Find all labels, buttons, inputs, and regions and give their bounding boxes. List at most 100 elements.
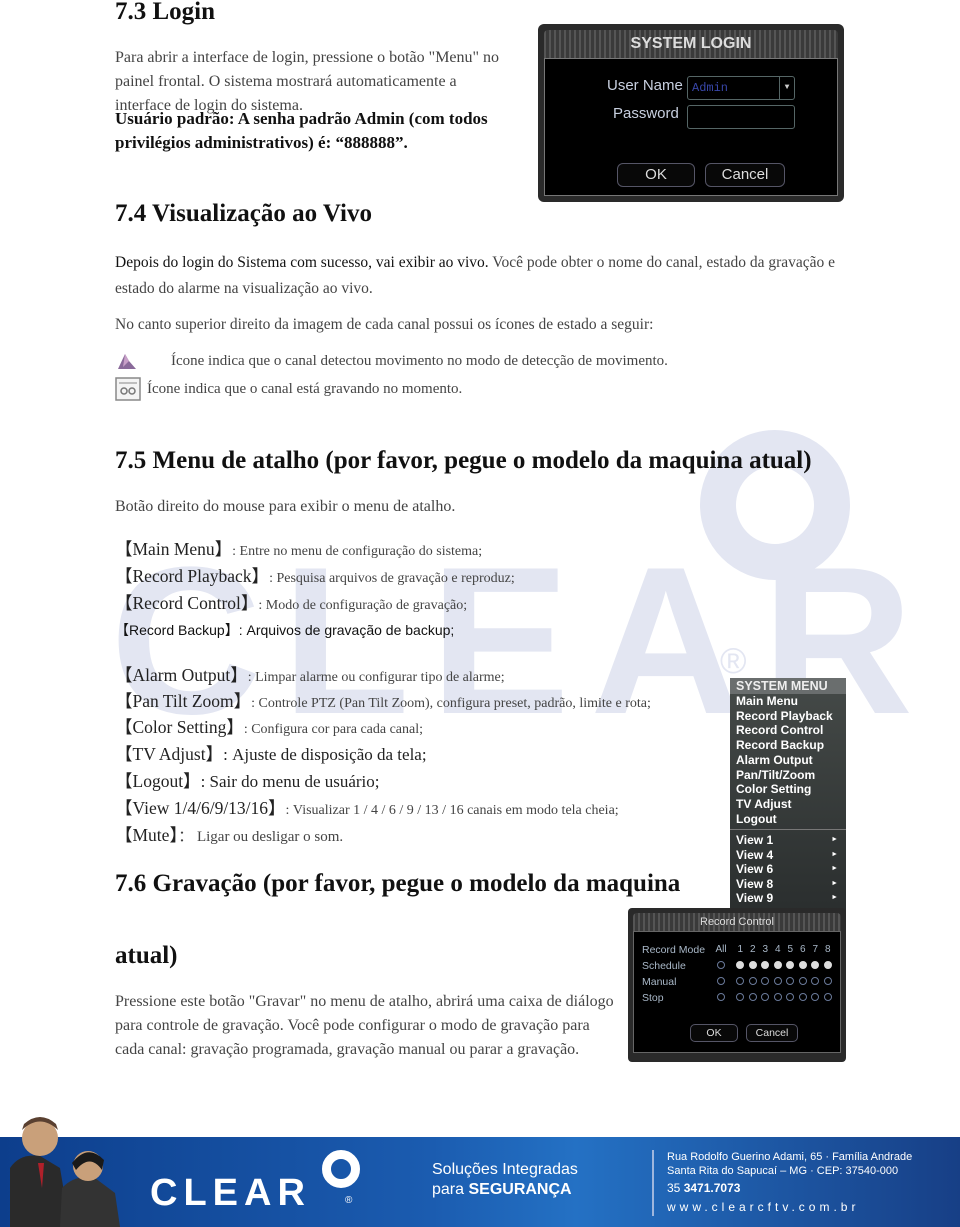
record-channel-radio[interactable]	[786, 977, 794, 985]
list-item: 【View 1/4/6/9/13/16】: Visualizar 1 / 4 /…	[115, 798, 619, 818]
record-channel-radio[interactable]	[823, 993, 832, 1001]
record-channel-radio[interactable]	[748, 961, 757, 969]
system-menu-item[interactable]: TV Adjust	[730, 797, 846, 812]
live-view-paragraph: Depois do login do Sistema com sucesso, …	[115, 250, 855, 302]
live-view-lead: Depois do login do Sistema com sucesso, …	[115, 254, 489, 271]
system-menu-view-item[interactable]: View 8 ►	[730, 877, 846, 892]
login-ok-button[interactable]: OK	[617, 163, 695, 187]
system-menu-item[interactable]: Color Setting	[730, 782, 846, 797]
username-select[interactable]: Admin ▼	[687, 76, 795, 100]
shortcut-menu-list: 【Main Menu】: Entre no menu de configuraç…	[115, 537, 715, 850]
recording-icon	[115, 377, 141, 401]
section-7-6-title-cont: atual)	[115, 942, 178, 969]
record-channel-radio[interactable]	[786, 961, 794, 969]
system-login-dialog: SYSTEM LOGIN User Name Admin ▼ Password …	[538, 24, 844, 202]
chevron-down-icon[interactable]: ▼	[779, 77, 794, 99]
system-menu-view-item[interactable]: View 9 ►	[730, 891, 846, 906]
username-label: User Name	[607, 77, 683, 94]
password-label: Password	[613, 105, 679, 122]
business-people-illustration-icon	[10, 1117, 120, 1227]
system-menu-item[interactable]: Record Playback	[730, 709, 846, 724]
system-menu-view-item[interactable]: View 6 ►	[730, 862, 846, 877]
list-item: 【Alarm Output】: Limpar alarme ou configu…	[115, 665, 505, 685]
record-channel-radio[interactable]	[798, 961, 807, 969]
channel-number: 5	[787, 944, 794, 955]
schedule-label: Schedule	[642, 960, 686, 972]
login-cancel-button[interactable]: Cancel	[705, 163, 785, 187]
list-item: 【Record Playback】: Pesquisa arquivos de …	[115, 566, 515, 586]
record-channel-radio[interactable]	[773, 961, 782, 969]
system-menu-item[interactable]: Logout	[730, 812, 846, 827]
recording-icon-text: Ícone indica que o canal está gravando n…	[147, 380, 463, 397]
manual-label: Manual	[642, 976, 677, 988]
footer-slogan: Soluções Integradas para SEGURANÇA	[432, 1161, 578, 1198]
channel-number: 2	[749, 944, 756, 955]
footer-divider	[652, 1150, 654, 1216]
system-menu-title: SYSTEM MENU	[730, 678, 846, 694]
system-menu-view-item[interactable]: View 4 ►	[730, 848, 846, 863]
record-all-radio[interactable]	[717, 977, 725, 985]
system-menu-item[interactable]: Record Control	[730, 723, 846, 738]
record-channel-radio[interactable]	[786, 993, 794, 1001]
record-channel-radio[interactable]	[798, 993, 807, 1001]
channel-number: 1	[737, 944, 744, 955]
record-control-dialog: Record Control Record Mode All 12345678 …	[628, 908, 846, 1062]
record-channel-radio[interactable]	[748, 977, 757, 985]
record-channel-radio[interactable]	[798, 977, 807, 985]
channel-number: 3	[762, 944, 769, 955]
record-cancel-button[interactable]: Cancel	[746, 1024, 798, 1042]
system-menu-view-item[interactable]: View 1 ►	[730, 833, 846, 848]
record-all-radio[interactable]	[717, 993, 725, 1001]
menu-divider	[730, 829, 846, 831]
chevron-right-icon: ►	[831, 879, 838, 887]
record-channel-radio[interactable]	[773, 977, 782, 985]
record-channel-radio[interactable]	[736, 961, 744, 969]
section-7-6-title: 7.6 Gravação (por favor, pegue o modelo …	[115, 870, 681, 897]
record-channel-radio[interactable]	[761, 993, 769, 1001]
record-channel-radio[interactable]	[773, 993, 782, 1001]
record-channel-radio[interactable]	[811, 961, 819, 969]
list-item: 【Main Menu】: Entre no menu de configuraç…	[115, 539, 483, 559]
stop-label: Stop	[642, 992, 664, 1004]
system-menu-item[interactable]: Record Backup	[730, 738, 846, 753]
footer-website[interactable]: www.clearcftv.com.br	[667, 1200, 859, 1214]
system-menu-item[interactable]: Pan/Tilt/Zoom	[730, 768, 846, 783]
footer-registered: ®	[345, 1195, 353, 1206]
system-menu: SYSTEM MENU Main Menu Record Playback Re…	[730, 678, 846, 914]
record-channel-radio[interactable]	[736, 993, 744, 1001]
watermark-registered: ®	[720, 640, 747, 681]
list-item: 【TV Adjust】: Ajuste de disposição da tel…	[115, 744, 427, 764]
record-control-title: Record Control	[633, 913, 841, 931]
record-channel-radio[interactable]	[823, 977, 832, 985]
record-ok-button[interactable]: OK	[690, 1024, 738, 1042]
chevron-right-icon: ►	[831, 894, 838, 902]
record-channel-radio[interactable]	[811, 993, 819, 1001]
channel-number: 7	[812, 944, 819, 955]
footer-phone: 35 3471.7073	[667, 1181, 741, 1195]
list-item: 【Mute】： Ligar ou desligar o som.	[115, 825, 344, 845]
list-item: 【Logout】: Sair do menu de usuário;	[115, 771, 380, 791]
section-7-4-title: 7.4 Visualização ao Vivo	[115, 200, 372, 227]
record-mode-label: Record Mode	[642, 944, 706, 956]
system-menu-item[interactable]: Main Menu	[730, 694, 846, 709]
record-channel-radio[interactable]	[811, 977, 819, 985]
status-icons-intro: No canto superior direito da imagem de c…	[115, 316, 654, 333]
record-channel-radio[interactable]	[761, 961, 769, 969]
record-channel-radio[interactable]	[823, 961, 832, 969]
password-field[interactable]	[687, 105, 795, 129]
status-icon-row: Ícone indica que o canal está gravando n…	[115, 377, 462, 401]
record-all-radio[interactable]	[717, 961, 725, 969]
list-item: 【Record Backup】: Arquivos de gravação de…	[115, 622, 455, 638]
status-icon-row: Ícone indica que o canal detectou movime…	[115, 351, 668, 371]
list-item: 【Color Setting】: Configura cor para cada…	[115, 717, 424, 737]
list-item: 【Record Control】: Modo de configuração d…	[115, 593, 468, 613]
channel-number: 8	[824, 944, 831, 955]
default-password-note: Usuário padrão: A senha padrão Admin (co…	[115, 109, 488, 152]
system-menu-item[interactable]: Alarm Output	[730, 753, 846, 768]
chevron-right-icon: ►	[831, 865, 838, 873]
record-channel-radio[interactable]	[761, 977, 769, 985]
record-channel-radio[interactable]	[748, 993, 757, 1001]
record-channel-radio[interactable]	[736, 977, 744, 985]
shortcut-menu-intro: Botão direito do mouse para exibir o men…	[115, 498, 456, 515]
channel-number: 6	[799, 944, 806, 955]
